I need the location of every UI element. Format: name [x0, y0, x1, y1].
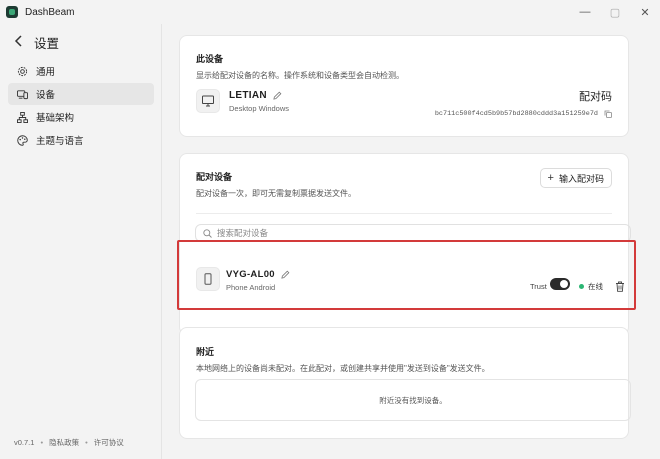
- app-logo-icon: [6, 6, 18, 18]
- divider: [196, 213, 612, 214]
- devices-icon: [16, 88, 28, 100]
- page-title: 设置: [34, 36, 60, 51]
- version-label: v0.7.1: [14, 438, 35, 447]
- sidebar-item-label: 设备: [36, 90, 56, 101]
- pair-code-label: 配对码: [579, 91, 612, 103]
- this-device-card: 此设备 显示给配对设备的名称。操作系统和设备类型会自动检测。 LETIAN De…: [179, 35, 629, 137]
- sidebar-header: 设置: [14, 32, 59, 52]
- privacy-link[interactable]: 隐私政策: [49, 437, 79, 448]
- sidebar: 设置 通用 设备 基础架构 主题与语言 v0.7.1 • 隐私政策 • 许可协议: [0, 24, 162, 459]
- sidebar-item-devices[interactable]: 设备: [8, 83, 154, 105]
- sidebar-item-infrastructure[interactable]: 基础架构: [8, 106, 154, 128]
- sidebar-item-label: 通用: [36, 67, 56, 78]
- section-subtitle: 本地网络上的设备尚未配对。在此配对，或创建共享并使用"发送到设备"发送文件。: [196, 364, 490, 373]
- section-title: 配对设备: [196, 172, 233, 182]
- nearby-empty-state: 附近没有找到设备。: [195, 379, 631, 421]
- palette-icon: [16, 134, 28, 146]
- empty-state-text: 附近没有找到设备。: [379, 395, 447, 405]
- copy-icon[interactable]: [604, 110, 612, 118]
- plus-icon: +: [547, 172, 554, 184]
- section-subtitle: 配对设备一次，即可无需复制票据发送文件。: [196, 189, 356, 198]
- nearby-card: 附近 本地网络上的设备尚未配对。在此配对，或创建共享并使用"发送到设备"发送文件…: [179, 327, 631, 439]
- enter-pair-code-label: 输入配对码: [558, 173, 604, 184]
- pair-code-text: bc711c500f4cd5b9b57bd2880cddd3a151259e7d: [434, 110, 598, 118]
- enter-pair-code-button[interactable]: + 输入配对码: [539, 168, 612, 188]
- window-controls: — ▢ ✕: [570, 0, 660, 24]
- separator-dot: •: [40, 438, 44, 447]
- back-arrow-icon[interactable]: [14, 34, 28, 51]
- network-icon: [16, 111, 28, 123]
- close-button[interactable]: ✕: [630, 0, 660, 24]
- sidebar-item-label: 基础架构: [36, 113, 75, 124]
- sidebar-item-label: 主题与语言: [36, 136, 84, 147]
- sidebar-footer: v0.7.1 • 隐私政策 • 许可协议: [14, 437, 154, 448]
- sidebar-item-general[interactable]: 通用: [8, 60, 154, 82]
- pair-code-value: bc711c500f4cd5b9b57bd2880cddd3a151259e7d: [435, 110, 612, 118]
- section-title: 此设备: [196, 54, 224, 64]
- window-title: DashBeam: [25, 6, 75, 18]
- minimize-button[interactable]: —: [570, 0, 600, 24]
- pencil-icon[interactable]: [273, 91, 282, 100]
- separator-dot: •: [85, 438, 88, 447]
- device-name-text: LETIAN: [229, 89, 267, 101]
- search-input[interactable]: [217, 228, 617, 238]
- search-icon: [203, 228, 212, 238]
- highlight-annotation: [177, 240, 636, 310]
- device-name: LETIAN: [229, 90, 289, 101]
- device-type: Desktop Windows: [229, 103, 290, 113]
- desktop-icon: [196, 89, 220, 113]
- title-bar: DashBeam — ▢ ✕: [0, 0, 660, 24]
- sidebar-nav: 通用 设备 基础架构 主题与语言: [8, 60, 154, 152]
- maximize-button[interactable]: ▢: [600, 0, 630, 24]
- sidebar-item-theme-language[interactable]: 主题与语言: [8, 129, 154, 151]
- license-link[interactable]: 许可协议: [94, 437, 124, 448]
- section-title: 附近: [196, 347, 215, 357]
- gear-icon: [16, 65, 28, 77]
- section-subtitle: 显示给配对设备的名称。操作系统和设备类型会自动检测。: [196, 71, 404, 80]
- this-device-row: LETIAN Desktop Windows: [196, 89, 289, 113]
